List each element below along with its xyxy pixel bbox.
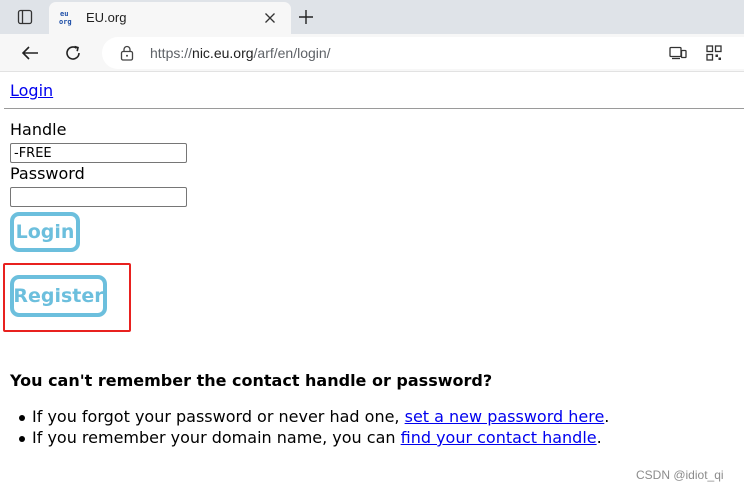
page-content: Login Handle Password Login Register You… [0,72,744,492]
lock-icon[interactable] [120,45,134,61]
tab-strip: eu org EU.org [0,0,744,34]
watermark-text: CSDN @idiot_qi [636,468,724,482]
handle-label: Handle [10,120,67,139]
login-button[interactable]: Login [10,212,80,252]
apps-grid-icon[interactable] [704,44,724,62]
divider [4,108,744,109]
find-contact-handle-link[interactable]: find your contact handle [401,428,597,447]
help-heading: You can't remember the contact handle or… [10,371,493,390]
svg-text:org: org [59,18,72,26]
tab-actions-icon[interactable] [14,7,36,27]
new-tab-plus-icon[interactable] [295,6,317,28]
help-text-1-end: . [604,407,610,426]
svg-text:eu: eu [60,10,68,18]
list-item: If you remember your domain name, you ca… [18,428,609,450]
close-tab-icon[interactable] [261,9,279,27]
eu-org-favicon-icon: eu org [59,9,75,26]
browser-tab[interactable]: eu org EU.org [49,2,291,34]
address-bar[interactable]: https://nic.eu.org/arf/en/login/ [102,37,744,69]
password-label: Password [10,164,85,183]
url-path: /arf/en/login/ [253,45,331,61]
refresh-icon[interactable] [60,41,86,65]
url-host: nic.eu.org [192,45,254,61]
url-prefix: https:// [150,45,193,61]
read-aloud-icon[interactable] [668,44,688,62]
tab-title: EU.org [86,10,127,25]
password-input[interactable] [10,187,187,207]
help-list: If you forgot your password or never had… [18,407,610,450]
list-item: If you forgot your password or never had… [18,407,610,429]
register-button[interactable]: Register [10,275,107,317]
help-text-2: If you remember your domain name, you ca… [32,428,401,447]
handle-input[interactable] [10,143,187,163]
login-nav-link[interactable]: Login [10,81,53,100]
back-arrow-icon[interactable] [17,41,43,65]
help-text-1: If you forgot your password or never had… [32,407,405,426]
reset-password-link[interactable]: set a new password here [405,407,605,426]
help-text-2-end: . [596,428,602,447]
browser-toolbar: https://nic.eu.org/arf/en/login/ [0,34,744,72]
side-panel-icon[interactable] [740,44,744,62]
url-text[interactable]: https://nic.eu.org/arf/en/login/ [150,45,331,61]
